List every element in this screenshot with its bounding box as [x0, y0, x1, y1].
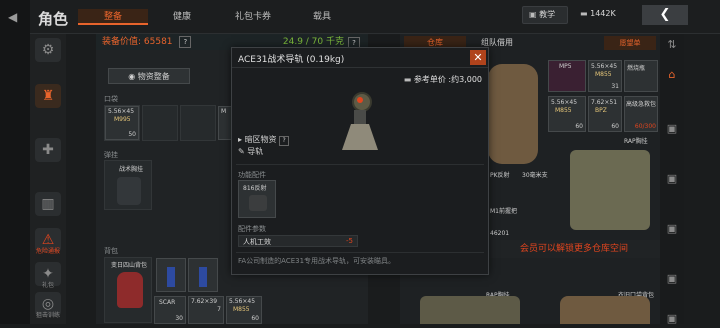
tag-rail: ✎ 导轨	[238, 147, 264, 156]
backpack-item[interactable]: 7.62×39 7	[188, 296, 224, 324]
close-icon[interactable]: ✕	[470, 50, 486, 65]
backpack-item[interactable]	[156, 258, 186, 292]
gun-item[interactable]: SCAR 30	[154, 296, 186, 324]
category-strip: ⇅ ⌂ ▣ ▣ ▣ ▣ ▣	[660, 34, 684, 325]
home-icon[interactable]: ⌂	[662, 66, 682, 84]
vest-icon	[570, 150, 650, 230]
backpack-item[interactable]	[188, 258, 218, 292]
bag-icon[interactable]: ▥	[35, 192, 61, 216]
pocket-item[interactable]: M	[218, 106, 232, 140]
accessory-item[interactable]: 816反射	[238, 180, 276, 218]
bottom-bag[interactable]	[560, 296, 650, 324]
sight-icon	[249, 195, 267, 211]
close-page-button[interactable]: ❮	[642, 5, 688, 25]
divider	[236, 164, 484, 165]
money-icon: ▬	[403, 75, 414, 84]
backpack-slot[interactable]: 变日四山背包	[104, 257, 152, 323]
currency-display: ▬ 1442K	[580, 9, 616, 18]
gift-label: 礼包	[41, 282, 54, 289]
param-value: -5	[346, 237, 353, 245]
health-icon[interactable]: ✚	[35, 138, 61, 162]
storage-item-molotov[interactable]: 燃烧瓶	[624, 60, 658, 92]
backpack-item[interactable]: 5.56×45 M855 60	[226, 296, 262, 324]
storage-item-mp5[interactable]: MP5	[548, 60, 586, 92]
pocket-title: 口袋	[104, 95, 118, 103]
blue-mag-icon	[199, 267, 207, 287]
medal-label: 狙击训练	[35, 312, 60, 319]
pocket-ammo[interactable]: 5.56×45 M995 50	[105, 106, 139, 140]
tab-health[interactable]: 健康	[148, 9, 216, 25]
left-rail	[0, 0, 30, 324]
pk-label: PK反射	[490, 172, 510, 179]
blue-mag-icon	[167, 267, 175, 287]
equip-value: 装备价值: 65581	[102, 37, 173, 47]
crate-icon[interactable]: ▣	[662, 220, 682, 238]
number-label: 46201	[490, 230, 510, 237]
scope-label: 30毫米支	[522, 172, 548, 179]
grip-label: M1前握把	[490, 208, 517, 215]
modal-title: ACE31战术导轨 (0.19kg)	[238, 55, 345, 65]
equipment-icon[interactable]: ♜	[35, 84, 61, 108]
tab-prepare[interactable]: 整备	[78, 9, 148, 25]
sidebar: ⚙ ♜ ✚ ▥ ⚠ 危险通报 ✦ 礼包 ◎ 狙击训练	[30, 34, 66, 324]
tab-gift[interactable]: 礼包卡券	[218, 9, 288, 25]
item-description: FA公司制造的ACE31专用战术导轨，可安装瞄具。	[238, 257, 396, 265]
tab-vehicle[interactable]: 载具	[290, 9, 354, 25]
back-icon[interactable]: ◀	[8, 10, 22, 24]
book-icon: ▣	[529, 10, 540, 19]
rail-image	[340, 86, 380, 156]
cash-icon: ▬	[580, 9, 591, 18]
chevron-left-icon: ❮	[659, 7, 671, 22]
storage-item-ammo[interactable]: 7.62×51 BPZ 60	[588, 96, 622, 132]
supply-icon: ◉	[128, 72, 138, 81]
accessory-section-title: 功能配件	[238, 171, 266, 179]
help-icon[interactable]: ?	[279, 136, 290, 146]
crate-icon[interactable]: ▣	[662, 120, 682, 138]
price-row: ▬ 参考单价 :约3,000	[403, 75, 482, 84]
info-icon[interactable]: ?	[179, 36, 192, 48]
wrench-icon: ✎	[238, 147, 248, 156]
pocket-slot[interactable]	[180, 105, 216, 141]
tutorial-button[interactable]: ▣ 教学	[522, 6, 568, 24]
param-row: 人机工效 -5	[238, 235, 358, 247]
params-section-title: 配件参数	[238, 225, 266, 233]
backpack-icon	[488, 64, 538, 164]
backpack-title: 背包	[104, 247, 118, 255]
alert-label: 危险通报	[35, 248, 60, 255]
storage-item-ammo[interactable]: 5.56×45 M855 60	[548, 96, 586, 132]
param-name: 人机工效	[243, 238, 271, 246]
chest-title: 弹挂	[104, 151, 118, 159]
locked-banner[interactable]: 会员可以解锁更多仓库空间	[488, 240, 660, 258]
modal-header: ACE31战术导轨 (0.19kg) ✕	[232, 48, 488, 68]
sort-icon[interactable]: ⇅	[662, 36, 682, 54]
wishlist-button[interactable]: 愿望单	[604, 36, 656, 50]
crate-icon[interactable]: ▣	[662, 310, 682, 328]
pocket-slot[interactable]	[142, 105, 178, 141]
robot-icon[interactable]: ⚙	[35, 38, 61, 62]
vest-image[interactable]	[560, 140, 660, 236]
storage-item-ammo[interactable]: 5.56×45 M855 31	[588, 60, 622, 92]
divider	[236, 252, 484, 253]
backpack-large[interactable]	[486, 58, 546, 168]
vest-icon	[117, 177, 141, 205]
page-title: 角色	[38, 10, 69, 28]
bottom-vest[interactable]	[420, 296, 520, 324]
backpack-icon	[117, 272, 143, 308]
dispatch-button[interactable]: ◉ 物资整备	[108, 68, 190, 84]
storage-item-medkit[interactable]: 高级急救包 60/300	[624, 96, 658, 132]
chest-slot[interactable]: 战术胸挂	[104, 160, 152, 210]
crate-icon[interactable]: ▣	[662, 270, 682, 288]
tag-loot: ▸ 暗区物资 ?	[238, 134, 290, 146]
item-detail-modal: ACE31战术导轨 (0.19kg) ✕ ▬ 参考单价 :约3,000 ▸ 暗区…	[231, 47, 489, 275]
crate-icon[interactable]: ▣	[662, 170, 682, 188]
